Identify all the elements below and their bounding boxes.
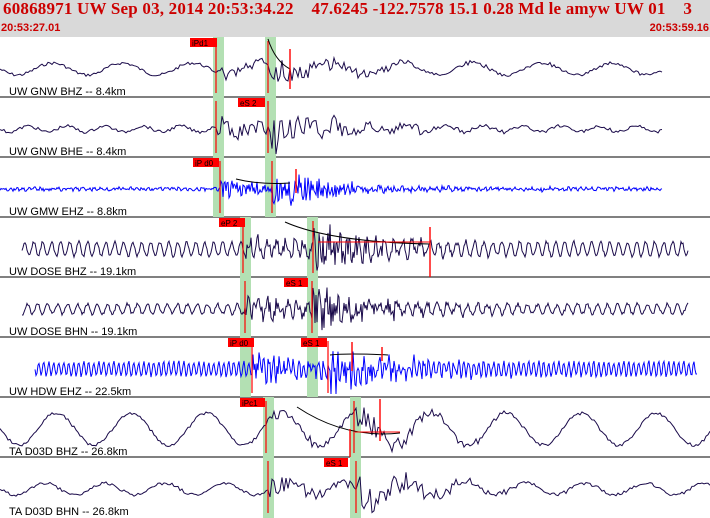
pick-flag-3: iP d0	[193, 158, 219, 168]
svg-text:eS 1: eS 1	[326, 459, 343, 468]
svg-text:eS 2: eS 2	[240, 99, 257, 108]
pick-flag-2: eS 2	[238, 98, 265, 108]
end-time: 20:53:59.16	[649, 22, 709, 34]
trace-label-7: TA D03D BHZ -- 26.8km	[9, 446, 127, 458]
svg-text:eS 1: eS 1	[303, 339, 320, 348]
trace-label-5: UW DOSE BHN -- 19.1km	[9, 326, 137, 338]
trace-label-3: UW GMW EHZ -- 8.8km	[9, 206, 127, 218]
svg-text:eS 1: eS 1	[286, 279, 303, 288]
pick-flag-1: iPd1	[190, 38, 217, 48]
pick-flag-4: eP 2	[219, 218, 245, 228]
trace-labels: UW GNW BHZ -- 8.4km UW GNW BHE -- 8.4km …	[9, 86, 137, 518]
svg-text:iPc1: iPc1	[242, 399, 258, 408]
svg-text:iPd1: iPd1	[192, 39, 209, 48]
pick-flag-6b: eS 1	[301, 338, 327, 348]
pick-flag-7: iPc1	[240, 398, 265, 408]
trace-label-4: UW DOSE BHZ -- 19.1km	[9, 266, 136, 278]
pick-flag-5: eS 1	[284, 278, 308, 288]
seismogram-panel: UW GNW BHZ -- 8.4km UW GNW BHE -- 8.4km …	[0, 37, 710, 518]
trace-label-2: UW GNW BHE -- 8.4km	[9, 146, 126, 158]
trace-label-8: TA D03D BHN -- 26.8km	[9, 506, 129, 518]
pick-flag-6: iP d0	[228, 338, 254, 348]
svg-text:iP d0: iP d0	[230, 339, 249, 348]
trace-label-1: UW GNW BHZ -- 8.4km	[9, 86, 126, 98]
event-title: 60868971 UW Sep 03, 2014 20:53:34.22 47.…	[3, 0, 693, 18]
svg-text:iP d0: iP d0	[195, 159, 214, 168]
pick-flag-8: eS 1	[324, 458, 348, 468]
trace-label-6: UW HDW EHZ -- 22.5km	[9, 386, 131, 398]
start-time: 20:53:27.01	[1, 22, 61, 34]
header-band: 60868971 UW Sep 03, 2014 20:53:34.22 47.…	[0, 0, 710, 37]
svg-text:eP 2: eP 2	[221, 219, 238, 228]
